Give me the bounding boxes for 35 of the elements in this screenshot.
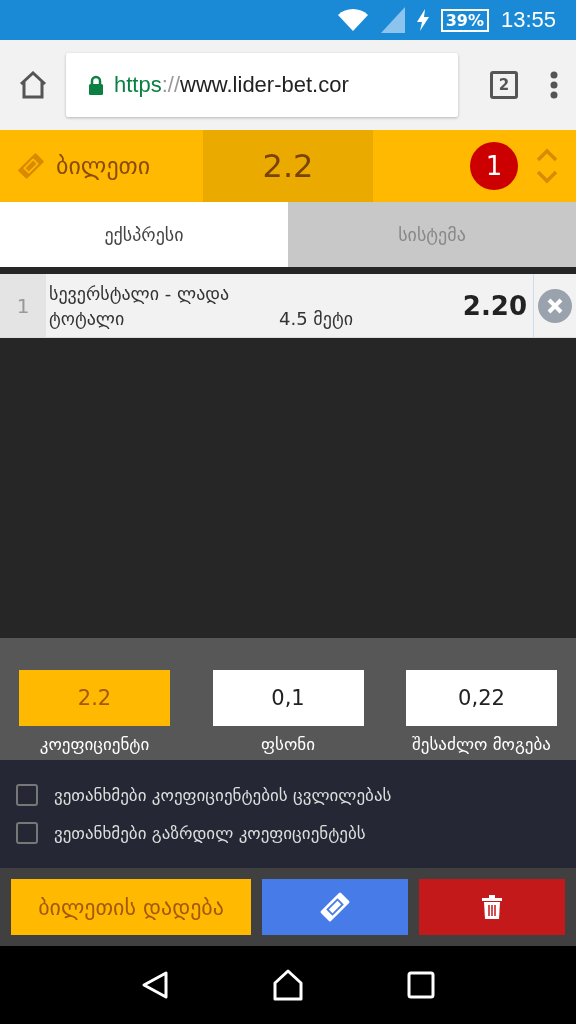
wifi-icon	[336, 7, 369, 33]
summary-label: შესაძლო მოგება	[412, 734, 551, 754]
back-icon[interactable]	[141, 970, 170, 1000]
delete-button[interactable]	[419, 879, 565, 935]
ticket-title: ბილეთი	[56, 152, 151, 180]
recent-apps-icon[interactable]	[406, 971, 435, 999]
summary-value: 0,22	[406, 670, 557, 726]
tab-count-button[interactable]: 2	[490, 71, 518, 99]
close-icon	[538, 288, 572, 323]
bet-type-tab[interactable]: ექსპრესი	[0, 202, 288, 267]
summary-label: ფსონი	[261, 734, 315, 754]
lock-icon	[88, 75, 104, 95]
trash-icon	[482, 895, 502, 919]
charging-icon	[416, 9, 429, 31]
url-field[interactable]: https://www.lider-bet.cor	[66, 53, 458, 117]
bet-number: 1	[0, 274, 46, 337]
home-icon[interactable]	[18, 71, 48, 99]
checkbox[interactable]	[16, 784, 38, 806]
checkbox[interactable]	[16, 822, 38, 844]
checkbox-label: ვეთანხმები გაზრდილ კოეფიციენტებს	[54, 823, 366, 843]
menu-icon[interactable]	[550, 71, 558, 99]
clock-time: 13:55	[500, 7, 556, 33]
total-odds: 2.2	[203, 130, 373, 202]
checkbox-label: ვეთანხმები კოეფიციენტების ცვლილებას	[54, 785, 392, 805]
match-name: სევერსტალი - ლადა	[49, 282, 231, 304]
market-name: ტოტალი	[49, 307, 126, 329]
battery-level: 39%	[440, 8, 489, 32]
summary-value[interactable]: 0,1	[212, 670, 364, 726]
bet-odds: 2.20	[462, 274, 534, 337]
signal-icon	[380, 7, 405, 33]
bet-pick: 4.5 მეტი	[279, 307, 353, 329]
summary-label: კოეფიციენტი	[39, 734, 150, 754]
ticket-button[interactable]	[262, 879, 408, 935]
bet-count-badge: 1	[470, 142, 518, 190]
summary-value: 2.2	[19, 670, 170, 726]
